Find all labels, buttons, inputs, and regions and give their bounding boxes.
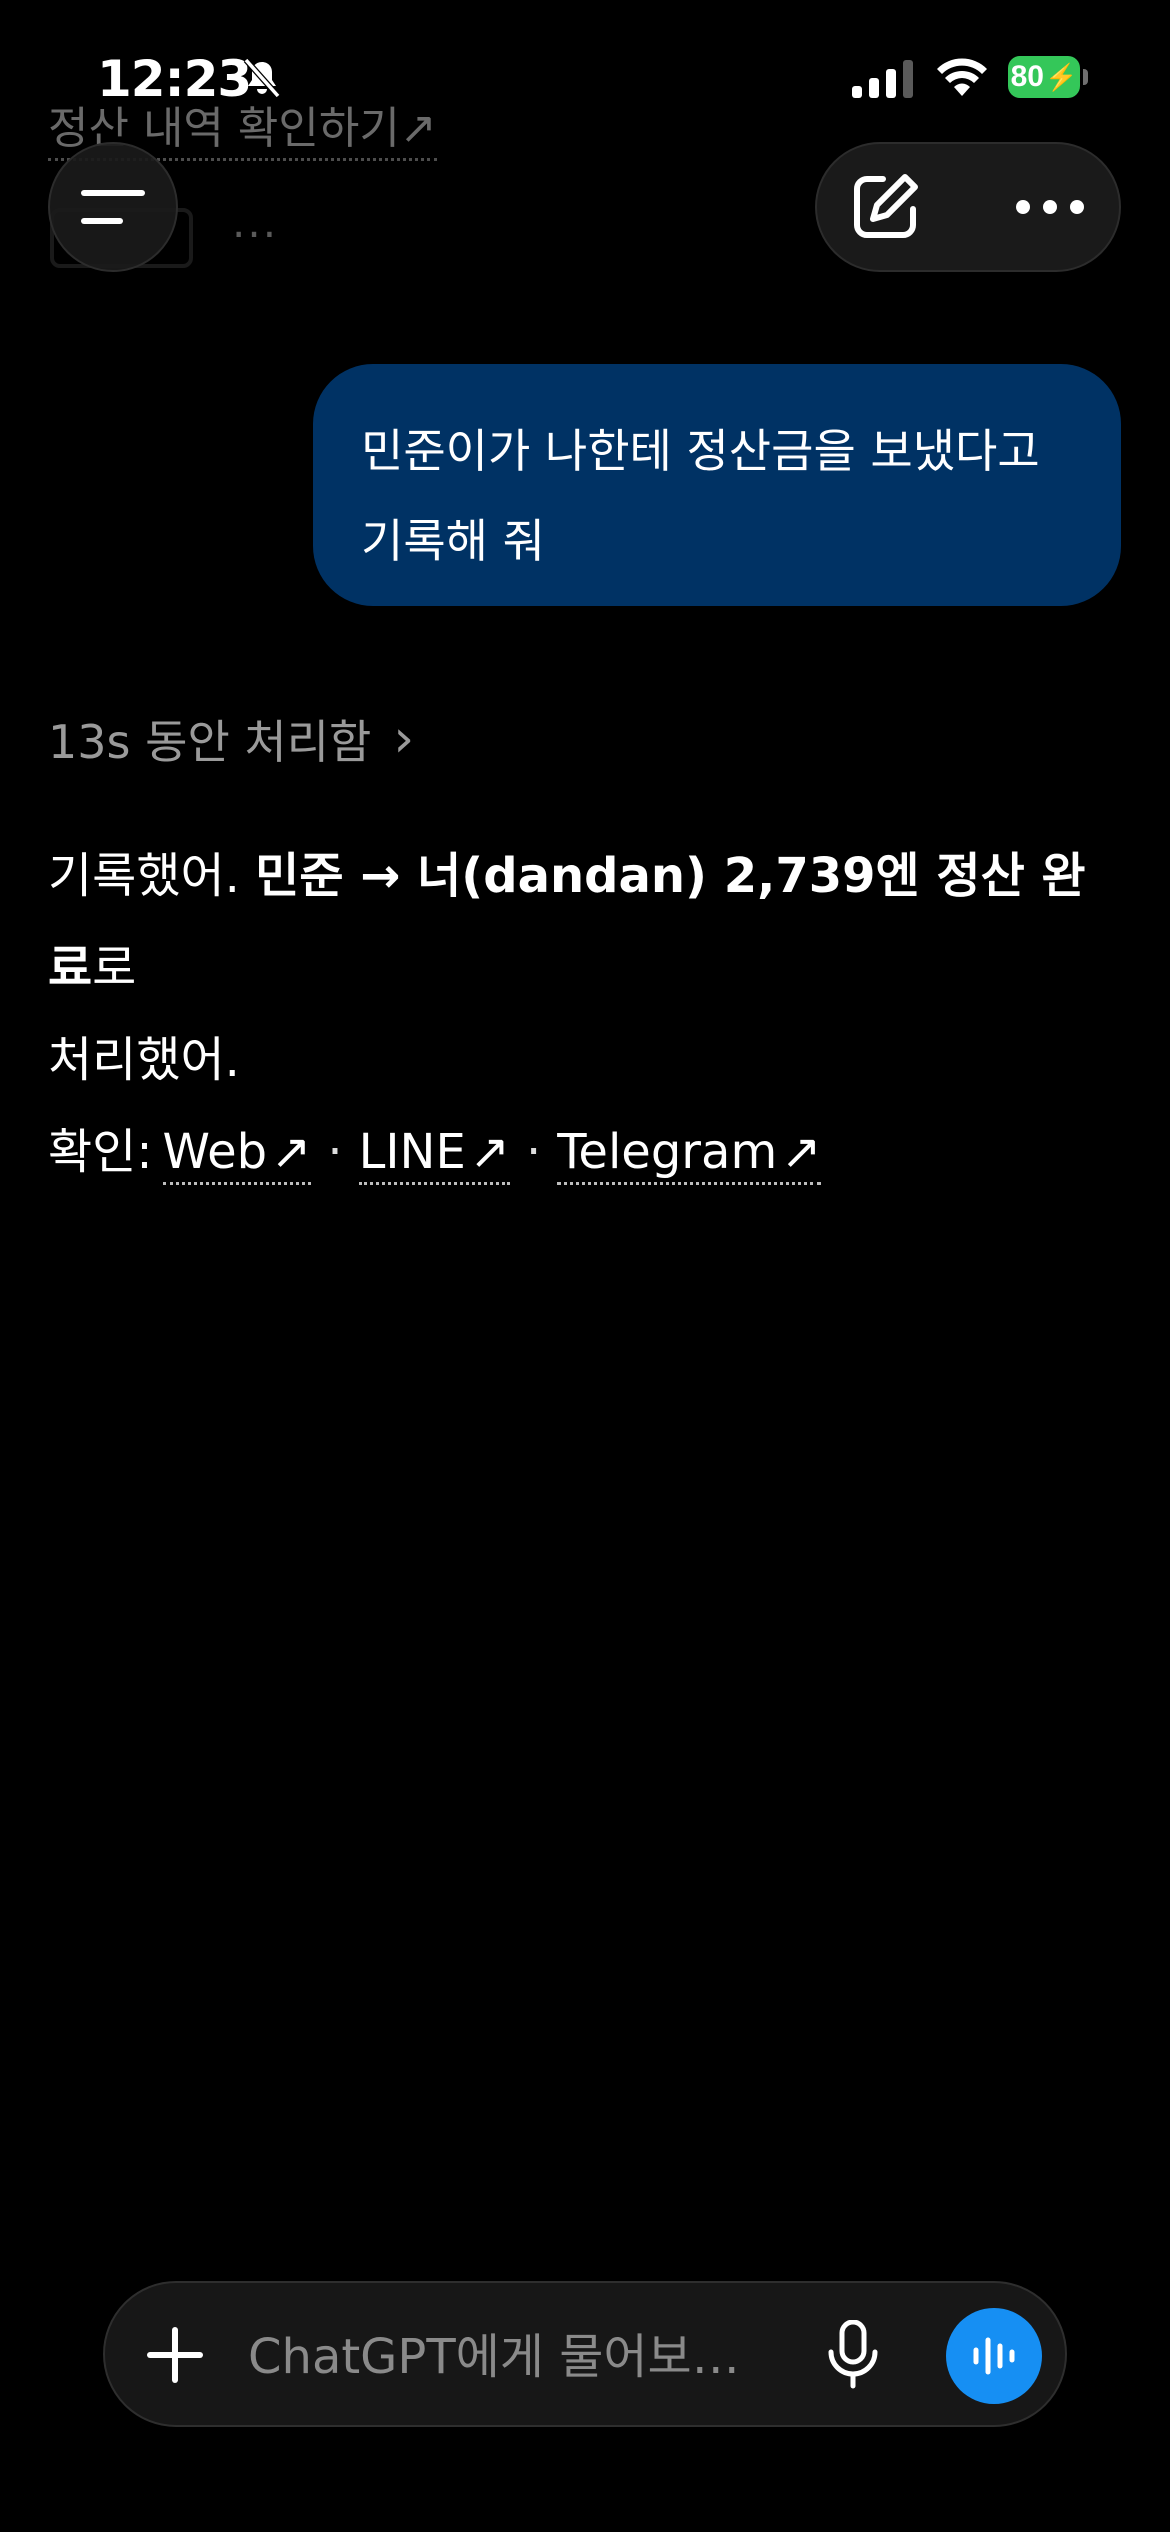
link-label: LINE: [358, 1124, 466, 1180]
voice-mode-button[interactable]: [946, 2308, 1042, 2404]
user-message-bubble: 민준이가 나한테 정산금을 보냈다고 기록해 줘: [313, 364, 1121, 606]
external-link-icon: ↗: [271, 1124, 312, 1180]
external-link-icon: ↗: [781, 1124, 822, 1180]
link-label: Web: [162, 1124, 268, 1180]
hamburger-icon: [81, 190, 145, 224]
charging-icon: ⚡: [1045, 61, 1078, 92]
chevron-right-icon: ›: [393, 709, 415, 769]
link-web[interactable]: Web ↗: [162, 1124, 312, 1185]
plus-icon: [147, 2327, 203, 2383]
attach-button[interactable]: [130, 2310, 220, 2400]
confirm-links: 확인: Web ↗ · LINE ↗ · Telegram ↗: [48, 1112, 822, 1185]
dictation-button[interactable]: [808, 2310, 898, 2400]
thinking-label: 13s 동안 처리함: [48, 715, 372, 769]
link-line[interactable]: LINE ↗: [358, 1124, 510, 1185]
thinking-summary[interactable]: 13s 동안 처리함 ›: [48, 706, 414, 772]
battery-level: 80: [1010, 60, 1044, 93]
external-link-icon: ↗: [469, 1124, 510, 1180]
reply-text: 기록했어.: [48, 848, 256, 904]
user-message-line: 기록해 줘: [361, 514, 545, 568]
microphone-icon: [828, 2320, 878, 2389]
assistant-line: 기록했어. 민준 → 너(dandan) 2,739엔 정산 완료로: [48, 830, 1128, 1014]
assistant-line: 처리했어.: [48, 1032, 240, 1088]
more-options-button[interactable]: [1000, 162, 1100, 252]
assistant-message: 기록했어. 민준 → 너(dandan) 2,739엔 정산 완료로 처리했어.: [48, 830, 1128, 1106]
faded-more-icon: ···: [232, 210, 279, 259]
confirm-label: 확인:: [48, 1124, 153, 1180]
prompt-input[interactable]: [248, 2322, 738, 2392]
battery-indicator: 80 ⚡: [1008, 56, 1088, 98]
bell-slash-icon: [243, 58, 281, 98]
compose-icon: [854, 174, 918, 238]
link-telegram[interactable]: Telegram ↗: [557, 1124, 822, 1185]
new-chat-button[interactable]: [840, 162, 930, 252]
voice-mode-icon: [973, 2337, 1015, 2375]
cellular-signal-icon: [852, 60, 913, 98]
separator: ·: [526, 1124, 542, 1180]
reply-text: 로: [92, 940, 137, 996]
menu-button[interactable]: [48, 142, 178, 272]
separator: ·: [327, 1124, 343, 1180]
user-message-line: 민준이가 나한테 정산금을 보냈다고: [361, 424, 1040, 478]
wifi-icon: [937, 58, 987, 96]
status-time: 12:23: [97, 50, 252, 108]
link-label: Telegram: [557, 1124, 778, 1180]
more-horizontal-icon: [1016, 200, 1084, 214]
